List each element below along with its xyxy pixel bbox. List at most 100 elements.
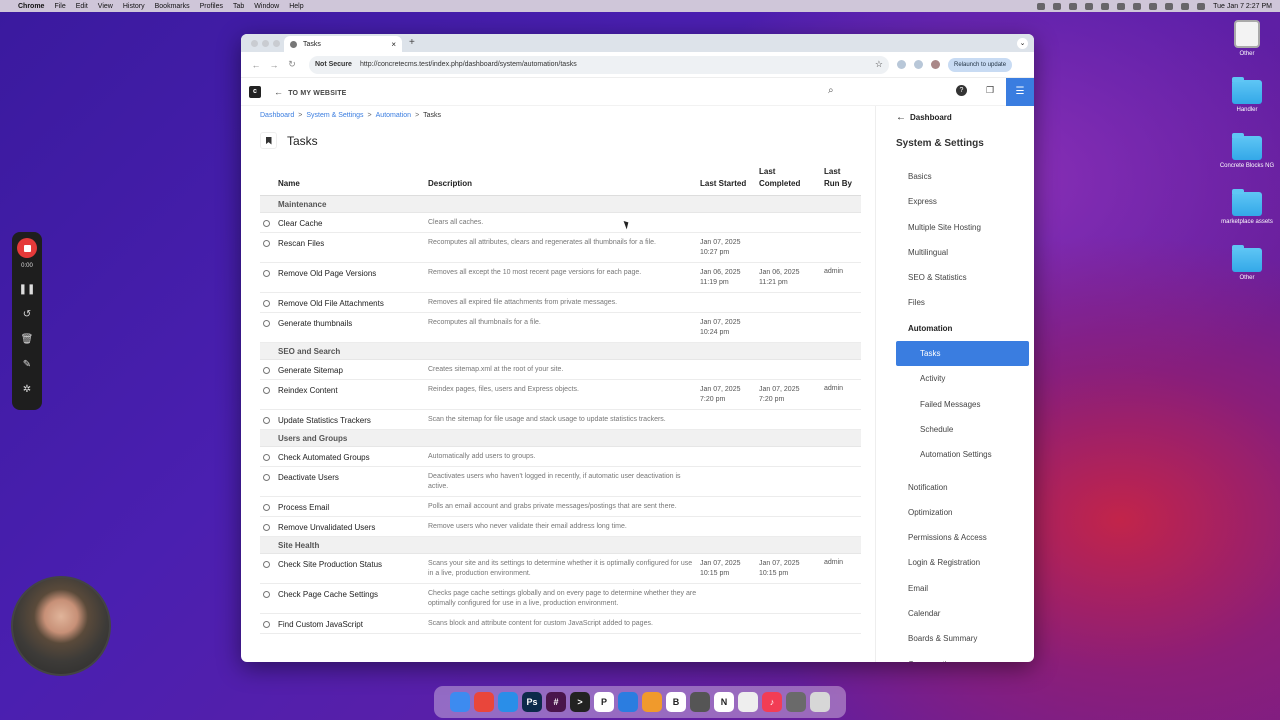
- task-name[interactable]: Clear Cache: [278, 219, 322, 228]
- task-name[interactable]: Reindex Content: [278, 386, 338, 395]
- tray-icon[interactable]: [1149, 2, 1158, 10]
- tray-icon[interactable]: [1069, 2, 1078, 10]
- sitemap-icon[interactable]: ❐: [986, 85, 994, 96]
- sidebar-item-failed-messages[interactable]: Failed Messages: [896, 392, 1029, 417]
- stop-recording-button[interactable]: [17, 238, 37, 258]
- sidebar-item-permissions-access[interactable]: Permissions & Access: [896, 525, 1029, 550]
- back-icon[interactable]: ←: [247, 60, 265, 70]
- dock-app-bbedit-icon[interactable]: B: [666, 692, 686, 712]
- table-row[interactable]: Remove Old Page Versions Removes all exce…: [260, 263, 861, 293]
- task-radio[interactable]: [263, 504, 270, 511]
- dock-app-script-app-icon[interactable]: [738, 692, 758, 712]
- table-row[interactable]: Update Statistics Trackers Scan the sitem…: [260, 410, 861, 430]
- task-radio[interactable]: [263, 240, 270, 247]
- table-row[interactable]: Remove Unvalidated Users Remove users who…: [260, 517, 861, 537]
- table-row[interactable]: Process Email Polls an email account and …: [260, 497, 861, 517]
- task-name[interactable]: Process Email: [278, 503, 329, 512]
- menu-item-window[interactable]: Window: [254, 3, 279, 10]
- close-tab-icon[interactable]: ×: [391, 40, 396, 49]
- sidebar-item-basics[interactable]: Basics: [896, 164, 1029, 189]
- menu-clock[interactable]: Tue Jan 7 2:27 PM: [1213, 3, 1272, 10]
- column-header-description[interactable]: Description: [428, 178, 472, 190]
- table-row[interactable]: Check Automated Groups Automatically add …: [260, 447, 861, 467]
- minimize-window-button[interactable]: [262, 40, 269, 47]
- dock-app-notion-icon[interactable]: N: [714, 692, 734, 712]
- table-row[interactable]: Find Custom JavaScript Scans block and at…: [260, 614, 861, 634]
- task-name[interactable]: Generate thumbnails: [278, 319, 352, 328]
- pause-icon[interactable]: ❚❚: [19, 277, 36, 302]
- delete-icon[interactable]: 🗑: [21, 327, 34, 352]
- menu-app-name[interactable]: Chrome: [18, 3, 44, 10]
- dock-app-calculator-icon[interactable]: [690, 692, 710, 712]
- breadcrumb-automation[interactable]: Automation: [376, 112, 411, 119]
- bookmark-star-icon[interactable]: ☆: [875, 59, 883, 70]
- dock-app-trash-icon[interactable]: [810, 692, 830, 712]
- task-name[interactable]: Deactivate Users: [278, 473, 339, 482]
- task-radio[interactable]: [263, 367, 270, 374]
- extension-icon[interactable]: [914, 60, 923, 69]
- relaunch-button[interactable]: Relaunch to update: [948, 57, 1013, 72]
- dock-app-cloud-app-icon[interactable]: [618, 692, 638, 712]
- task-radio[interactable]: [263, 387, 270, 394]
- menu-item-tab[interactable]: Tab: [233, 3, 244, 10]
- address-bar[interactable]: Not Secure http://concretecms.test/index…: [309, 55, 889, 74]
- new-tab-icon[interactable]: +: [409, 37, 415, 48]
- url-text[interactable]: http://concretecms.test/index.php/dashbo…: [360, 61, 577, 68]
- sidebar-item-multiple-site-hosting[interactable]: Multiple Site Hosting: [896, 215, 1029, 240]
- task-radio[interactable]: [263, 220, 270, 227]
- sidebar-item-automation-settings[interactable]: Automation Settings: [896, 442, 1029, 467]
- to-my-website-link[interactable]: ← TO MY WEBSITE: [274, 87, 347, 97]
- dashboard-settings-button[interactable]: ☰: [1006, 78, 1034, 106]
- avatar[interactable]: [931, 60, 940, 69]
- sidebar-back-link[interactable]: ← Dashboard: [896, 112, 952, 123]
- forward-icon[interactable]: →: [265, 60, 283, 70]
- task-name[interactable]: Check Site Production Status: [278, 560, 382, 569]
- task-name[interactable]: Remove Old Page Versions: [278, 269, 376, 278]
- task-radio[interactable]: [263, 320, 270, 327]
- task-name[interactable]: Remove Old File Attachments: [278, 299, 384, 308]
- extension-icon[interactable]: [897, 60, 906, 69]
- task-radio[interactable]: [263, 454, 270, 461]
- wifi-icon[interactable]: [1181, 2, 1190, 10]
- task-radio[interactable]: [263, 300, 270, 307]
- menu-item-view[interactable]: View: [98, 3, 113, 10]
- table-row[interactable]: Deactivate Users Deactivates users who ha…: [260, 467, 861, 497]
- sidebar-item-tasks[interactable]: Tasks: [896, 341, 1029, 367]
- task-radio[interactable]: [263, 417, 270, 424]
- dock-app-chrome-icon[interactable]: [474, 692, 494, 712]
- sidebar-item-multilingual[interactable]: Multilingual: [896, 240, 1029, 265]
- task-radio[interactable]: [263, 591, 270, 598]
- tray-icon[interactable]: [1133, 2, 1142, 10]
- search-icon[interactable]: ⌕: [828, 85, 834, 96]
- dock-app-terminal-icon[interactable]: >: [570, 692, 590, 712]
- column-header-last-run-by[interactable]: Last Run By: [824, 166, 858, 190]
- table-row[interactable]: Reindex Content Reindex pages, files, use…: [260, 380, 861, 410]
- task-name[interactable]: Remove Unvalidated Users: [278, 523, 375, 532]
- table-row[interactable]: Clear Cache Clears all caches.: [260, 213, 861, 233]
- dock-app-safari-icon[interactable]: [498, 692, 518, 712]
- breadcrumb-dashboard[interactable]: Dashboard: [260, 112, 294, 119]
- sidebar-item-boards-summary[interactable]: Boards & Summary: [896, 626, 1029, 651]
- task-radio[interactable]: [263, 474, 270, 481]
- menu-item-history[interactable]: History: [123, 3, 145, 10]
- menu-item-help[interactable]: Help: [289, 3, 303, 10]
- tab-search-icon[interactable]: ⌄: [1017, 38, 1028, 49]
- sidebar-item-schedule[interactable]: Schedule: [896, 417, 1029, 442]
- sidebar-item-notification[interactable]: Notification: [896, 475, 1029, 500]
- column-header-last-completed[interactable]: Last Completed: [759, 166, 807, 190]
- dock-app-photoshop-icon[interactable]: Ps: [522, 692, 542, 712]
- tray-icon[interactable]: [1037, 2, 1046, 10]
- task-radio[interactable]: [263, 270, 270, 277]
- table-row[interactable]: Generate thumbnails Recomputes all thumbn…: [260, 313, 861, 343]
- task-name[interactable]: Check Automated Groups: [278, 453, 370, 462]
- concrete-logo-icon[interactable]: c: [249, 85, 261, 98]
- dock-app-finder-icon[interactable]: [450, 692, 470, 712]
- sidebar-item-seo-statistics[interactable]: SEO & Statistics: [896, 265, 1029, 290]
- sidebar-item-files[interactable]: Files: [896, 290, 1029, 315]
- sidebar-item-optimization[interactable]: Optimization: [896, 500, 1029, 525]
- task-name[interactable]: Check Page Cache Settings: [278, 590, 378, 599]
- desktop-icon-marketplace[interactable]: marketplace assets: [1217, 189, 1277, 226]
- menu-item-edit[interactable]: Edit: [76, 3, 88, 10]
- effects-icon[interactable]: ✲: [23, 377, 31, 402]
- close-window-button[interactable]: [251, 40, 258, 47]
